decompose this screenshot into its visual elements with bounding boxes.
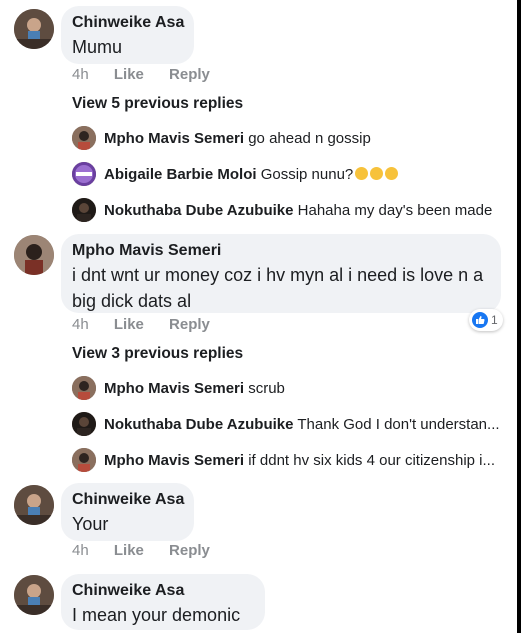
- comment-actions: 4h Like Reply: [72, 66, 210, 83]
- comment-author[interactable]: Chinweike Asa: [72, 582, 254, 600]
- comment-author[interactable]: Mpho Mavis Semeri: [72, 242, 490, 260]
- reply-item: Abigaile Barbie Moloi Gossip nunu?: [104, 166, 399, 183]
- reply-author[interactable]: Mpho Mavis Semeri: [104, 130, 244, 147]
- like-icon: [472, 312, 488, 328]
- comment-text: Mumu: [72, 37, 123, 57]
- reply-author[interactable]: Mpho Mavis Semeri: [104, 452, 244, 469]
- avatar[interactable]: [14, 9, 54, 49]
- comment-time[interactable]: 4h: [72, 542, 89, 559]
- reply-item: Nokuthaba Dube Azubuike Thank God I don'…: [104, 416, 500, 433]
- reply-item: Mpho Mavis Semeri go ahead n gossip: [104, 130, 371, 147]
- laughing-emoji-icon: [370, 167, 384, 180]
- comment-text: i dnt wnt ur money coz i hv myn al i nee…: [72, 265, 484, 311]
- avatar[interactable]: [72, 126, 96, 150]
- screen-edge: [517, 0, 521, 633]
- reply-text: Gossip nunu?: [260, 166, 354, 183]
- laughing-emoji-icon: [355, 167, 369, 180]
- reply-button[interactable]: Reply: [169, 66, 210, 83]
- avatar[interactable]: [72, 448, 96, 472]
- reply-text: Hahaha my day's been made: [297, 202, 493, 219]
- reply-author[interactable]: Nokuthaba Dube Azubuike: [104, 202, 293, 219]
- comment-bubble: Chinweike Asa Mumu: [61, 6, 194, 64]
- reply-item: Nokuthaba Dube Azubuike Hahaha my day's …: [104, 202, 492, 219]
- avatar[interactable]: [14, 235, 54, 275]
- reply-text: go ahead n gossip: [248, 130, 371, 147]
- reply-author[interactable]: Abigaile Barbie Moloi: [104, 166, 257, 183]
- laughing-emoji-icon: [385, 167, 399, 180]
- like-button[interactable]: Like: [114, 66, 144, 83]
- reply-button[interactable]: Reply: [169, 542, 210, 559]
- reaction-number: 1: [491, 313, 498, 327]
- comment-bubble: Mpho Mavis Semeri i dnt wnt ur money coz…: [61, 234, 501, 313]
- comment-actions: 4h Like Reply: [72, 542, 210, 559]
- reply-author[interactable]: Mpho Mavis Semeri: [104, 380, 244, 397]
- comment-time[interactable]: 4h: [72, 66, 89, 83]
- reply-text: scrub: [248, 380, 285, 397]
- comment-author[interactable]: Chinweike Asa: [72, 491, 184, 509]
- comment-time[interactable]: 4h: [72, 316, 89, 333]
- comment-actions: 4h Like Reply: [72, 316, 210, 333]
- reply-text: if ddnt hv six kids 4 our citizenship i.…: [248, 452, 495, 469]
- reply-text: Thank God I don't understan...: [297, 416, 500, 433]
- avatar[interactable]: [72, 162, 96, 186]
- comment-text: I mean your demonic: [72, 605, 241, 625]
- reply-button[interactable]: Reply: [169, 316, 210, 333]
- avatar[interactable]: [14, 575, 54, 615]
- reaction-count[interactable]: 1: [469, 309, 503, 331]
- reply-author[interactable]: Nokuthaba Dube Azubuike: [104, 416, 293, 433]
- avatar[interactable]: [72, 198, 96, 222]
- avatar[interactable]: [72, 412, 96, 436]
- view-previous-replies[interactable]: View 3 previous replies: [72, 345, 243, 363]
- avatar[interactable]: [14, 485, 54, 525]
- like-button[interactable]: Like: [114, 542, 144, 559]
- comment-bubble: Chinweike Asa I mean your demonic: [61, 574, 265, 630]
- like-button[interactable]: Like: [114, 316, 144, 333]
- comment-text: Your: [72, 514, 109, 534]
- comment-bubble: Chinweike Asa Your: [61, 483, 194, 541]
- reply-item: Mpho Mavis Semeri if ddnt hv six kids 4 …: [104, 452, 495, 469]
- view-previous-replies[interactable]: View 5 previous replies: [72, 95, 243, 113]
- avatar[interactable]: [72, 376, 96, 400]
- reply-item: Mpho Mavis Semeri scrub: [104, 380, 285, 397]
- comment-author[interactable]: Chinweike Asa: [72, 14, 184, 32]
